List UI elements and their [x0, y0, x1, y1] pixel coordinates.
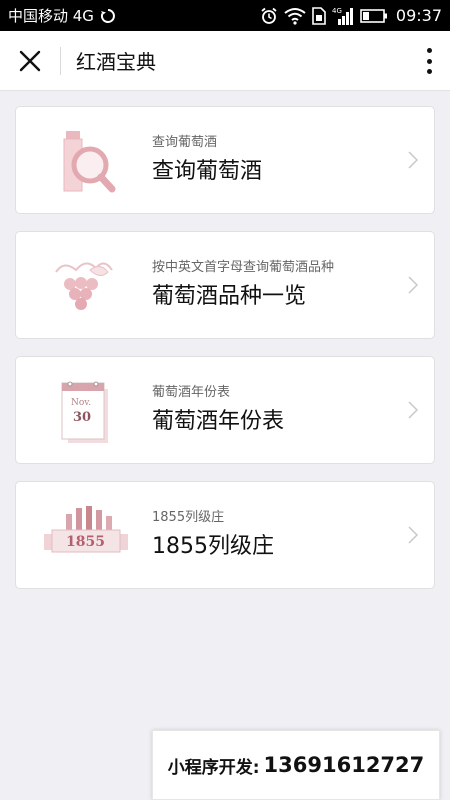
status-left: 中国移动 4G [8, 5, 116, 26]
chevron-right-icon [408, 276, 418, 294]
battery-icon [360, 8, 387, 23]
card-text: 葡萄酒年份表 葡萄酒年份表 [152, 385, 284, 437]
banner-label: 1855 [66, 534, 105, 550]
card-subtitle: 1855列级庄 [152, 510, 225, 525]
card-title: 查询葡萄酒 [152, 159, 263, 184]
grape-icon [46, 246, 126, 326]
card-text: 按中英文首字母查询葡萄酒品种 葡萄酒品种一览 [152, 260, 334, 312]
sim-card-icon [312, 6, 326, 25]
close-icon [19, 50, 41, 71]
card-search-wine[interactable]: 查询葡萄酒 查询葡萄酒 [15, 106, 435, 214]
status-right: 4G 09:37 [260, 6, 442, 25]
card-title: 1855列级庄 [152, 534, 274, 559]
alarm-icon [261, 7, 277, 24]
card-text: 1855列级庄 1855列级庄 [152, 510, 274, 562]
wifi-icon [284, 7, 306, 25]
clock: 09:37 [395, 6, 442, 25]
card-vintage-chart[interactable]: Nov. 30 葡萄酒年份表 葡萄酒年份表 [15, 356, 435, 464]
chevron-right-icon [408, 526, 418, 544]
card-subtitle: 按中英文首字母查询葡萄酒品种 [152, 260, 335, 275]
page-title: 红酒宝典 [76, 50, 156, 74]
card-subtitle: 查询葡萄酒 [152, 135, 218, 150]
chevron-right-icon [408, 401, 418, 419]
network-type-label: 4G [332, 7, 342, 15]
nav-bar: 红酒宝典 [0, 31, 450, 91]
more-button[interactable] [422, 45, 436, 77]
card-text: 查询葡萄酒 查询葡萄酒 [152, 135, 262, 187]
card-subtitle: 葡萄酒年份表 [152, 385, 231, 400]
ad-phone: 13691612727 [263, 753, 425, 777]
menu-list: 查询葡萄酒 查询葡萄酒 按中英文首字母查询葡萄酒品种 葡萄酒品种一览 Nov. … [15, 106, 435, 606]
more-dot-icon [426, 69, 432, 74]
more-dot-icon [426, 58, 432, 64]
calendar-icon: Nov. 30 [46, 371, 126, 451]
chevron-right-icon [408, 151, 418, 169]
signal-icon: 4G [332, 7, 353, 25]
card-1855-classification[interactable]: 1855 1855列级庄 1855列级庄 [15, 481, 435, 589]
more-dot-icon [426, 48, 432, 53]
dev-contact-banner[interactable]: 小程序开发: 13691612727 [152, 730, 440, 800]
card-title: 葡萄酒年份表 [152, 409, 285, 434]
close-button[interactable] [0, 31, 60, 91]
ad-label: 小程序开发: [167, 757, 260, 778]
status-bar: 中国移动 4G 4G 09:37 [0, 0, 450, 31]
carrier-label: 中国移动 4G [8, 7, 94, 25]
wine-search-icon [46, 121, 126, 201]
sync-icon [100, 8, 115, 23]
calendar-month-label: Nov. [71, 398, 91, 408]
card-grape-varieties[interactable]: 按中英文首字母查询葡萄酒品种 葡萄酒品种一览 [15, 231, 435, 339]
wine-bottles-icon: 1855 [38, 496, 134, 576]
calendar-day-label: 30 [73, 410, 91, 425]
nav-divider [60, 46, 61, 75]
card-title: 葡萄酒品种一览 [152, 284, 307, 309]
